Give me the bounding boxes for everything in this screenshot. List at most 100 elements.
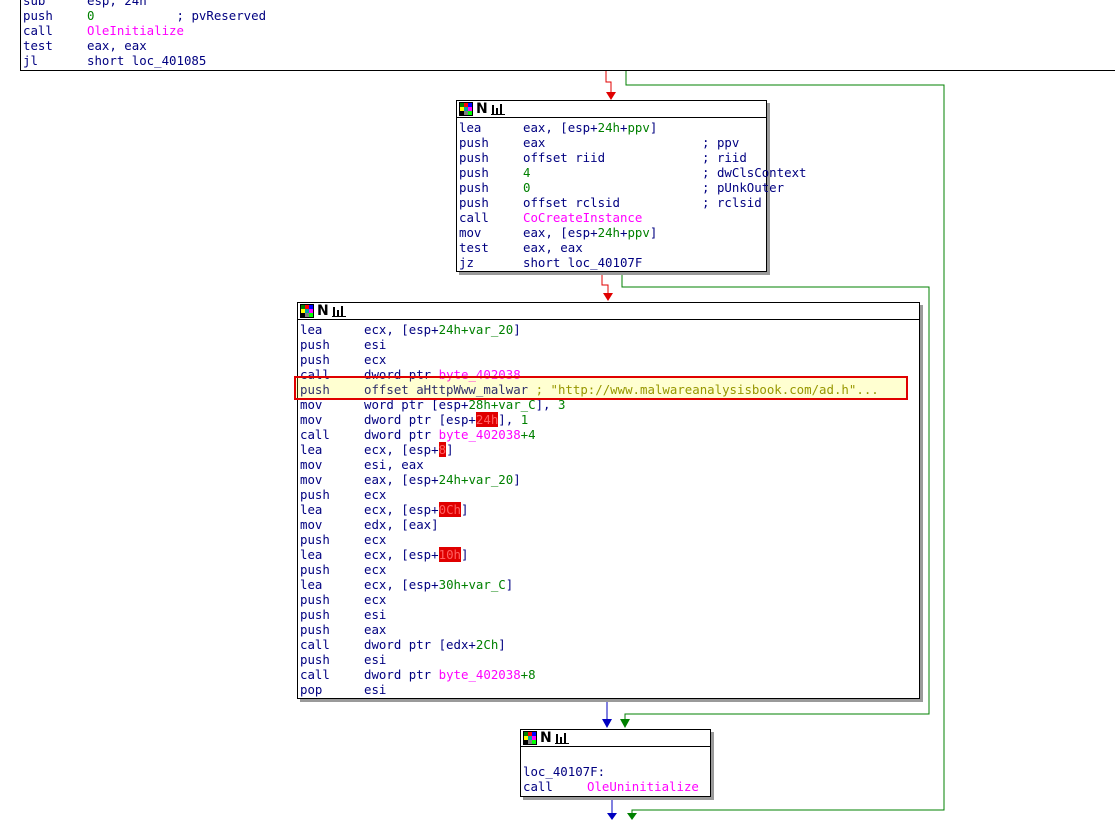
variable: +var_20	[461, 472, 514, 487]
comment: ; riid	[702, 150, 747, 165]
string-comment: ; "http://www.malwareanalysisbook.com/ad…	[528, 382, 879, 397]
code-line[interactable]: mov word ptr [esp+28h+var_C], 3	[300, 397, 919, 412]
mnemonic: jz	[459, 255, 474, 270]
mnemonic: sub	[23, 0, 46, 8]
code-line[interactable]: call dword ptr byte_402038	[300, 367, 919, 382]
code-line[interactable]: call OleInitialize	[23, 23, 1115, 38]
function-name: byte_402038	[438, 427, 521, 442]
code-line[interactable]: call CoCreateInstance	[459, 210, 766, 225]
mnemonic: push	[459, 195, 489, 210]
code-line[interactable]: call dword ptr byte_402038+8	[300, 667, 919, 682]
mnemonic: mov	[300, 457, 323, 472]
comment: ; pUnkOuter	[702, 180, 785, 195]
code-line[interactable]: test eax, eax	[459, 240, 766, 255]
variable: ppv	[627, 225, 650, 240]
operand: dword ptr [esp+	[364, 412, 476, 427]
code-line[interactable]: push offset aHttpWww_malwar ; "http://www…	[300, 382, 919, 397]
operand: ecx, [esp+	[364, 547, 439, 562]
code-line[interactable]: push esi	[300, 652, 919, 667]
edge-false-1	[605, 70, 612, 92]
code-line[interactable]: push ecx	[300, 532, 919, 547]
code-line[interactable]: lea eax, [esp+24h+ppv]	[459, 120, 766, 135]
code-line[interactable]: call dword ptr byte_402038+4	[300, 427, 919, 442]
operand: ]	[498, 637, 506, 652]
mnemonic: test	[23, 38, 53, 53]
code-line[interactable]: push ecx	[300, 592, 919, 607]
code-line[interactable]: lea ecx, [esp+30h+var_C]	[300, 577, 919, 592]
code-line[interactable]: lea ecx, [esp+0Ch]	[300, 502, 919, 517]
number: 24h	[438, 322, 461, 337]
operand: ecx, [esp+	[364, 577, 439, 592]
code-line[interactable]: test eax, eax	[23, 38, 1115, 53]
code-line[interactable]: push esi	[300, 337, 919, 352]
grid-icon	[459, 102, 473, 116]
edge-arrow-5	[602, 719, 612, 728]
number: 24h	[597, 120, 620, 135]
code-line[interactable]: mov eax, [esp+24h+var_20]	[300, 472, 919, 487]
code-line[interactable]: jl short loc_401085	[23, 53, 1115, 68]
code-line[interactable]: mov dword ptr [esp+24h], 1	[300, 412, 919, 427]
mnemonic: push	[459, 135, 489, 150]
operand: ecx	[364, 532, 387, 547]
mnemonic: push	[300, 382, 330, 397]
code-line[interactable]: push 4 ; dwClsContext	[459, 165, 806, 180]
code-line[interactable]: lea ecx, [esp+8]	[300, 442, 919, 457]
code-line[interactable]: call OleUninitialize	[523, 779, 710, 794]
block-lines: lea eax, [esp+24h+ppv] push eax ; ppv push of…	[457, 118, 806, 272]
mnemonic: push	[459, 150, 489, 165]
code-line[interactable]: pop esi	[300, 682, 919, 697]
operand: ]	[513, 472, 521, 487]
offset: +4	[520, 427, 536, 442]
code-line[interactable]: mov eax, [esp+24h+ppv]	[459, 225, 766, 240]
mnemonic: push	[300, 487, 330, 502]
number: 24h	[597, 225, 620, 240]
code-line[interactable]: mov esi, eax	[300, 457, 919, 472]
code-line[interactable]: call dword ptr [edx+2Ch]	[300, 637, 919, 652]
code-line[interactable]: push offset riid ; riid	[459, 150, 766, 165]
mnemonic: push	[300, 532, 330, 547]
code-line[interactable]: lea ecx, [esp+10h]	[300, 547, 919, 562]
code-line[interactable]: push ecx	[300, 562, 919, 577]
code-line[interactable]: mov edx, [eax]	[300, 517, 919, 532]
mnemonic: push	[300, 562, 330, 577]
code-line[interactable]: push eax	[300, 622, 919, 637]
code-line[interactable]: push ecx	[300, 352, 919, 367]
code-line[interactable]: sub esp, 24h	[23, 0, 1115, 8]
number: 24h	[438, 472, 461, 487]
code-line[interactable]: push ecx	[300, 487, 919, 502]
code-label[interactable]: loc_40107F:	[523, 764, 710, 779]
edge-arrow-6	[607, 813, 617, 820]
operand: short loc_40107F	[523, 255, 643, 270]
code-line[interactable]: lea ecx, [esp+24h+var_20]	[300, 322, 919, 337]
code-line[interactable]: push eax ; ppv	[459, 135, 766, 150]
n-icon: N	[540, 730, 552, 746]
code-line[interactable]: push 0 ; pvReserved	[23, 8, 1115, 23]
code-line[interactable]: jz short loc_40107F	[459, 255, 766, 270]
operand: eax	[364, 622, 387, 637]
mnemonic: call	[300, 427, 330, 442]
mnemonic: lea	[300, 502, 323, 517]
mnemonic: mov	[300, 412, 323, 427]
mnemonic: call	[23, 23, 53, 38]
code-line[interactable]: push offset rclsid ; rclsid	[459, 195, 766, 210]
operand: eax, [esp+	[523, 120, 598, 135]
variable: +var_C	[461, 577, 506, 592]
mnemonic: mov	[300, 517, 323, 532]
code-line[interactable]: push 0 ; pUnkOuter	[459, 180, 784, 195]
code-block-navigate[interactable]: N lea ecx, [esp+24h+var_20] push esi push ecx…	[297, 302, 920, 699]
operand: ]	[461, 502, 469, 517]
edge-arrow-3	[603, 293, 613, 301]
mnemonic: pop	[300, 682, 323, 697]
offset: +8	[520, 667, 536, 682]
code-block-cocreate[interactable]: N lea eax, [esp+24h+ppv] push eax ; ppv push…	[456, 100, 806, 272]
mnemonic: push	[300, 592, 330, 607]
unresolved-offset: 8	[438, 442, 447, 457]
mnemonic: push	[300, 337, 330, 352]
code-block-loc-40107f[interactable]: N loc_40107F: call OleUninitialize	[520, 729, 711, 797]
operand: ]	[513, 322, 521, 337]
code-line[interactable]: push esi	[300, 607, 919, 622]
code-block-entry[interactable]: sub esp, 24h push 0 ; pvReserved call OleInit…	[20, 0, 1115, 71]
variable: ppv	[627, 120, 650, 135]
number: 28h	[468, 397, 491, 412]
